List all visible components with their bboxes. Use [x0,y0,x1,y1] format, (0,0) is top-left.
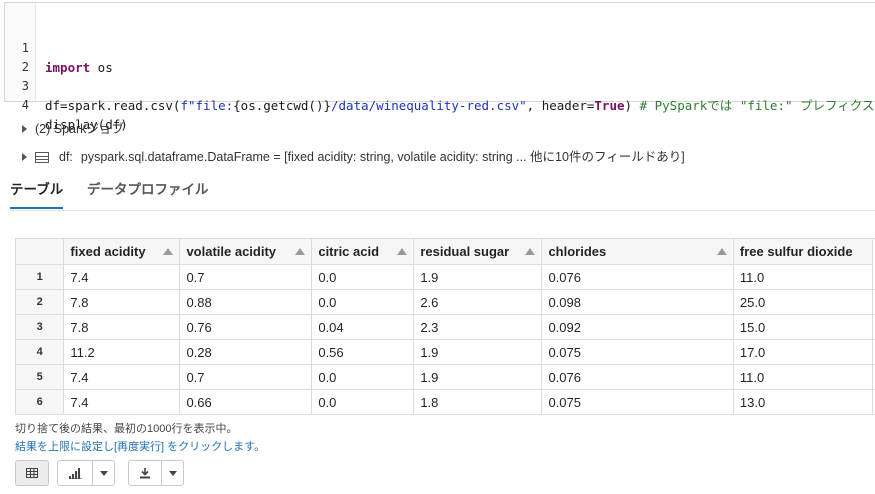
table-cell[interactable]: 1.8 [413,389,543,415]
column-header[interactable]: chlorides [541,239,734,265]
column-header[interactable]: residual sugar [413,239,543,265]
chevron-down-icon[interactable] [161,461,183,485]
table-row: 3 7.8 0.76 0.04 2.3 0.092 15.0 [16,314,875,340]
table-cell[interactable]: 0.092 [541,314,734,340]
table-cell[interactable]: 7.4 [63,364,181,390]
visualization-button[interactable] [57,460,115,486]
table-cell[interactable]: 0.0 [311,364,415,390]
caret-right-icon [22,125,27,133]
table-cell[interactable]: 0.0 [311,389,415,415]
table-cell[interactable]: 0.56 [311,339,415,365]
dataframe-schema-toggle[interactable]: df: pyspark.sql.dataframe.DataFrame = [f… [22,148,685,166]
table-cell[interactable]: 17.0 [733,339,874,365]
spark-jobs-toggle[interactable]: (2) Sparkジョブ [22,120,124,138]
dataframe-name: df: [59,150,73,164]
table-row: 1 7.4 0.7 0.0 1.9 0.076 11.0 [16,264,875,290]
code-comment: # PySparkでは "file:" プレフィクス [639,98,875,113]
caret-right-icon [22,153,27,161]
code-line-2: 2 [5,39,35,74]
row-index-header [16,239,65,265]
keyword-import: import [45,60,91,75]
tab-data-profile[interactable]: データプロファイル [87,182,209,208]
row-index: 6 [16,389,65,415]
table-cell[interactable]: 13.0 [733,389,874,415]
table-cell[interactable]: 7.4 [63,389,181,415]
table-cell[interactable]: 0.0 [311,289,415,315]
line-number: 4 [21,98,29,112]
dataframe-table-icon [35,151,49,163]
table-cell[interactable]: 0.0 [311,264,415,290]
table-cell[interactable]: 2.3 [413,314,543,340]
sort-icon[interactable] [716,248,727,255]
result-tabs: テーブル データプロファイル [10,178,875,211]
column-header[interactable]: free sulfur dioxide [733,239,874,265]
row-index: 3 [16,314,65,340]
table-row: 4 11.2 0.28 0.56 1.9 0.075 17.0 [16,339,875,365]
table-cell[interactable]: 0.28 [179,339,313,365]
table-row: 5 7.4 0.7 0.0 1.9 0.076 11.0 [16,364,875,390]
string-literal: /data/winequality-red.csv" [331,98,527,113]
code-text: df=spark.read.csv( [45,98,181,113]
string-literal: f"file: [180,98,234,113]
rerun-link[interactable]: 結果を上限に設定し[再度実行] をクリックします。 [15,438,265,454]
table-cell[interactable]: 0.66 [179,389,313,415]
table-cell[interactable]: 11.0 [733,364,874,390]
code-text: , header= [526,98,595,113]
tab-table[interactable]: テーブル [10,182,64,209]
code-line-1: 1 import os [5,20,113,75]
chevron-down-icon[interactable] [92,461,114,485]
row-index: 1 [16,264,65,290]
fstring-expression: {os.getcwd()} [233,98,331,113]
table-cell[interactable]: 0.075 [541,339,734,365]
code-line-4: 4 display(df) [5,77,128,132]
table-cell[interactable]: 25.0 [733,289,874,315]
code-text: os [90,60,113,75]
sort-icon[interactable] [163,248,174,255]
row-index: 4 [16,339,65,365]
code-text: ) [624,98,640,113]
spark-jobs-label: (2) Sparkジョブ [35,122,124,136]
table-cell[interactable]: 0.098 [541,289,734,315]
table-cell[interactable]: 11.2 [63,339,181,365]
table-view-button[interactable] [15,460,49,486]
table-cell[interactable]: 0.7 [179,264,313,290]
table-cell[interactable]: 1.9 [413,264,543,290]
column-header[interactable]: citric acid [311,239,415,265]
column-header[interactable]: volatile acidity [179,239,313,265]
table-cell[interactable]: 0.076 [541,264,734,290]
sort-icon[interactable] [525,248,536,255]
results-table: fixed acidity volatile acidity citric ac… [15,238,875,415]
row-index: 2 [16,289,65,315]
dataframe-schema: pyspark.sql.dataframe.DataFrame = [fixed… [80,150,685,164]
table-row: 2 7.8 0.88 0.0 2.6 0.098 25.0 [16,289,875,315]
sort-icon[interactable] [397,248,408,255]
table-cell[interactable]: 1.9 [413,339,543,365]
table-cell[interactable]: 7.4 [63,264,181,290]
table-cell[interactable]: 0.075 [541,389,734,415]
bar-chart-icon[interactable] [58,461,92,485]
sort-icon[interactable] [295,248,306,255]
table-cell[interactable]: 2.6 [413,289,543,315]
table-grid-icon [16,461,48,485]
row-index: 5 [16,364,65,390]
code-line-3: 3 df=spark.read.csv(f"file:{os.getcwd()}… [5,58,875,113]
table-cell[interactable]: 15.0 [733,314,874,340]
table-cell[interactable]: 1.9 [413,364,543,390]
table-row: 6 7.4 0.66 0.0 1.8 0.075 13.0 [16,389,875,415]
table-cell[interactable]: 0.076 [541,364,734,390]
table-cell[interactable]: 0.7 [179,364,313,390]
table-cell[interactable]: 0.76 [179,314,313,340]
table-cell[interactable]: 0.88 [179,289,313,315]
table-header-row: fixed acidity volatile acidity citric ac… [16,239,875,265]
table-cell[interactable]: 7.8 [63,314,181,340]
keyword-true: True [594,98,625,113]
column-header[interactable]: fixed acidity [63,239,181,265]
table-cell[interactable]: 11.0 [733,264,874,290]
download-button[interactable] [128,460,184,486]
table-cell[interactable]: 7.8 [63,289,181,315]
code-cell[interactable]: 1 import os 2 3 df=spark.read.csv(f"file… [4,2,875,132]
truncation-note: 切り捨て後の結果、最初の1000行を表示中。 [15,423,238,435]
download-icon[interactable] [129,461,161,485]
table-cell[interactable]: 0.04 [311,314,415,340]
